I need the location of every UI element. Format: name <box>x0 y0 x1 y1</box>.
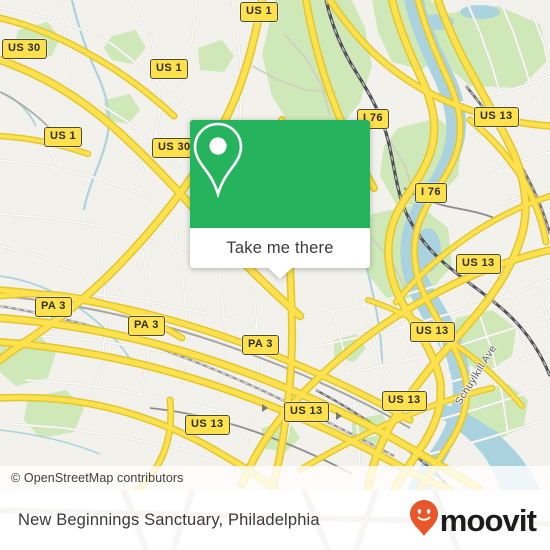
highway-shield: US 13 <box>185 415 230 435</box>
take-me-there-button[interactable]: Take me there <box>190 228 370 279</box>
footer-content: New Beginnings Sanctuary, Philadelphia m… <box>0 490 550 550</box>
moovit-wordmark: moovit <box>439 502 537 538</box>
place-title: New Beginnings Sanctuary, Philadelphia <box>18 510 320 529</box>
place-callout[interactable]: Take me there <box>190 120 370 279</box>
osm-attribution-text: © OpenStreetMap contributors <box>11 471 184 485</box>
highway-shield: PA 3 <box>128 316 165 336</box>
callout-header <box>190 120 370 228</box>
highway-shield: US 13 <box>474 107 519 127</box>
map-attribution-bar: © OpenStreetMap contributors <box>0 466 550 490</box>
highway-shield: US 30 <box>2 39 47 59</box>
map-canvas[interactable]: Schuylkill Ave US 1 US 30 US 1 I 76 US 1… <box>0 0 550 490</box>
moovit-place-map-card: Schuylkill Ave US 1 US 30 US 1 I 76 US 1… <box>0 0 550 550</box>
highway-shield: US 13 <box>382 391 427 411</box>
take-me-there-label: Take me there <box>226 238 334 257</box>
highway-shield: US 1 <box>44 127 83 147</box>
highway-shield: US 13 <box>410 322 455 342</box>
highway-shield: US 13 <box>284 402 329 422</box>
moovit-logo[interactable]: moovit <box>409 499 537 542</box>
highway-shield: PA 3 <box>242 335 279 355</box>
highway-shield: US 13 <box>456 254 501 274</box>
footer-bar: New Beginnings Sanctuary, Philadelphia m… <box>0 490 550 550</box>
callout-pointer-tail <box>267 267 293 279</box>
moovit-smiley-pin-icon <box>409 499 439 542</box>
highway-shield: PA 3 <box>35 297 72 317</box>
highway-shield: US 1 <box>150 59 189 79</box>
highway-shield: US 1 <box>240 2 279 22</box>
highway-shield: I 76 <box>415 183 447 203</box>
